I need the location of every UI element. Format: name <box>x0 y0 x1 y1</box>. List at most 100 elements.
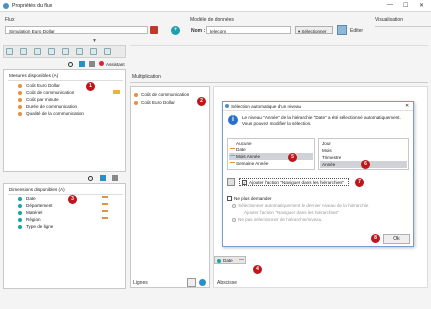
dimensions-header: Dimensions disponibles (A) <box>9 187 65 192</box>
measure-dot <box>134 101 138 105</box>
list-item[interactable]: Coût Euro Dollar <box>141 100 175 105</box>
ok-button[interactable]: Ok <box>383 234 410 244</box>
measure-dot <box>18 84 22 88</box>
expand-icon[interactable] <box>79 61 85 67</box>
callout-badge: 5 <box>288 153 297 162</box>
list-icon[interactable] <box>112 175 118 181</box>
minimize-button[interactable]: — <box>387 2 393 8</box>
list-item[interactable]: Jour <box>322 141 331 146</box>
abscisse-chip[interactable]: Date <box>214 256 246 264</box>
select-model-button[interactable]: ▾ Sélectionner <box>295 26 333 34</box>
table-icon[interactable] <box>20 48 27 55</box>
nav-icon <box>227 178 235 186</box>
list-item[interactable]: Qualité de la communication <box>26 111 84 116</box>
no-ask-checkbox[interactable] <box>227 196 232 201</box>
flux-label: Flux <box>5 17 15 23</box>
assistant-icon[interactable] <box>99 61 104 66</box>
app-icon <box>3 3 9 9</box>
maximize-button[interactable]: ☐ <box>403 2 408 9</box>
list-item[interactable]: Mois Année <box>236 154 260 159</box>
dimension-dot <box>18 204 22 208</box>
auto-level-dialog: Sélection automatique d'un niveau ✕ i Le… <box>222 101 414 247</box>
dimensions-panel: Dimensions disponibles (A) Date Départem… <box>3 183 126 289</box>
list-item[interactable]: Coût de communication <box>26 90 74 95</box>
list-item[interactable]: Coût par minute <box>26 97 59 102</box>
expand-icon[interactable] <box>100 175 106 181</box>
callout-badge: 2 <box>197 97 206 106</box>
checkbox-label: Ajouter l'action "Naviguer dans les hiér… <box>249 180 345 185</box>
hierarchy-list[interactable]: Aucune Date Mois Année Semaine Année 5 <box>227 138 315 170</box>
edit-model-button[interactable]: Editer <box>350 28 363 34</box>
list-item[interactable]: Trimestre <box>322 155 341 160</box>
divider <box>8 194 123 195</box>
search-icon[interactable] <box>88 176 93 181</box>
list-item[interactable]: Durée de communication <box>26 104 77 109</box>
search-icon[interactable] <box>68 62 73 67</box>
multiplication-label: Multiplication <box>132 74 161 80</box>
dialog-close-button[interactable]: ✕ <box>405 103 409 109</box>
chart-icon[interactable] <box>34 48 41 55</box>
measures-header: Mesures disponibles (A) <box>9 73 59 78</box>
list-item[interactable]: Semaine Année <box>236 161 268 166</box>
pick-icon[interactable] <box>150 26 158 34</box>
format-icon[interactable] <box>90 48 97 55</box>
list-item[interactable]: Coût Euro Dollar <box>26 83 60 88</box>
radio-auto-last-sublabel: Ajouter l'action "Naviguer dans les hiér… <box>244 210 340 215</box>
measure-icon[interactable] <box>6 48 13 55</box>
list-item[interactable]: Matériel <box>26 210 42 215</box>
checkbox-icon[interactable]: ✓ <box>242 180 247 185</box>
field-toolbar <box>3 45 126 58</box>
tools-icon[interactable] <box>104 48 111 55</box>
list-icon[interactable] <box>89 61 95 67</box>
collapse-icon[interactable]: ▼ <box>92 38 97 44</box>
radio-auto-last[interactable] <box>232 204 236 208</box>
divider <box>375 26 431 27</box>
hierarchy-icon <box>102 203 108 208</box>
measure-dot <box>18 91 22 95</box>
list-item[interactable]: Date <box>236 147 246 152</box>
calc-icon[interactable] <box>76 48 83 55</box>
radio-auto-last-label: Sélectionner automatiquement le dernier … <box>238 203 370 208</box>
callout-badge: 4 <box>253 265 262 274</box>
measure-dot <box>134 93 138 97</box>
title-bar: Propriétés du flux — ☐ ✕ <box>0 0 431 12</box>
hierarchy-icon <box>239 259 244 262</box>
hierarchy-icon <box>230 162 235 165</box>
dimension-dot <box>217 258 221 263</box>
radio-none-label: Ne pas sélectionner de hiérarchie/niveau… <box>238 217 323 222</box>
callout-badge: 6 <box>361 160 370 169</box>
callout-badge: 8 <box>371 234 380 243</box>
list-item[interactable]: Année <box>322 162 335 167</box>
list-item[interactable]: Type de ligne <box>26 224 53 229</box>
flux-name-input[interactable]: Simulation Euro Dollar <box>5 26 148 34</box>
sort-icon[interactable] <box>62 48 69 55</box>
list-item[interactable]: Région <box>26 217 41 222</box>
settings-icon[interactable] <box>199 279 206 286</box>
folder-icon <box>113 90 120 94</box>
no-ask-label: Ne plus demander <box>234 196 272 201</box>
app-icon <box>225 104 229 108</box>
add-action-checkbox[interactable]: ✓ Ajouter l'action "Naviguer dans les hi… <box>239 178 349 186</box>
dialog-titlebar: Sélection automatique d'un niveau ✕ <box>223 102 413 111</box>
model-name-input[interactable]: telecom <box>206 26 291 34</box>
list-item[interactable]: Coût de communication <box>141 92 189 97</box>
refresh-icon[interactable] <box>187 278 196 287</box>
info-icon: i <box>228 115 238 125</box>
close-button[interactable]: ✕ <box>419 2 424 9</box>
level-list[interactable]: Jour Mois Trimestre Année 6 <box>318 138 409 170</box>
radio-none[interactable] <box>232 218 236 222</box>
edit-icon[interactable] <box>337 25 347 35</box>
add-icon[interactable]: + <box>171 26 180 35</box>
callout-badge: 1 <box>86 82 95 91</box>
multiplication-zone[interactable]: Coût de communication Coût Euro Dollar 2 <box>130 86 210 288</box>
measure-dot <box>18 98 22 102</box>
callout-badge: 7 <box>355 178 364 187</box>
measure-dot <box>18 112 22 116</box>
list-item[interactable]: Date <box>26 196 36 201</box>
list-item[interactable]: Aucune <box>236 141 252 146</box>
divider <box>130 45 428 46</box>
assistant-button[interactable]: Assistant <box>106 62 125 67</box>
list-item[interactable]: Département <box>26 203 53 208</box>
filter-icon[interactable] <box>48 48 55 55</box>
list-item[interactable]: Mois <box>322 148 332 153</box>
